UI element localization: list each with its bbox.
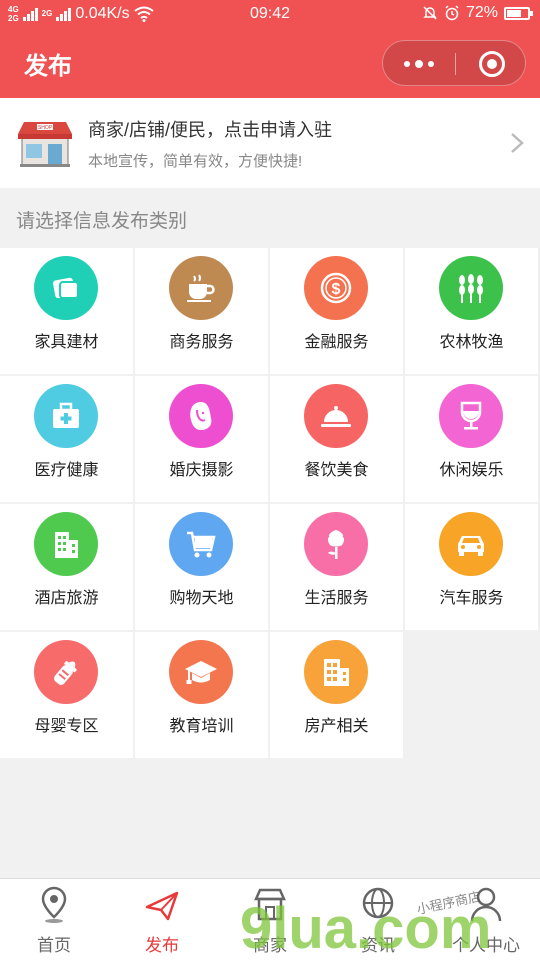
category-item[interactable]: 酒店旅游 [0, 504, 133, 630]
category-item[interactable]: 商务服务 [135, 248, 268, 374]
category-label: 购物天地 [169, 590, 234, 607]
category-item[interactable]: 汽车服务 [405, 504, 538, 630]
category-item[interactable]: 母婴专区 [0, 632, 133, 758]
category-item[interactable]: 餐饮美食 [270, 376, 403, 502]
category-label: 汽车服务 [439, 590, 504, 607]
category-item[interactable]: 医疗健康 [0, 376, 133, 502]
flower-icon [304, 512, 368, 576]
coffee-cup-icon [169, 256, 233, 320]
alarm-icon [445, 5, 459, 21]
tab-profile[interactable]: 个人中心 [432, 879, 540, 960]
category-label: 医疗健康 [34, 462, 99, 479]
hotel-building-icon [34, 512, 98, 576]
battery-fill [507, 9, 522, 17]
chevron-right-icon [511, 133, 524, 153]
bottom-tab-bar: 首页 发布 商家 资讯 个人中心 [0, 878, 540, 960]
category-label: 农林牧渔 [439, 334, 504, 351]
category-item[interactable]: 休闲娱乐 [405, 376, 538, 502]
page-title: 发布 [24, 53, 72, 80]
baby-bottle-icon [34, 640, 98, 704]
category-item[interactable]: 生活服务 [270, 504, 403, 630]
category-label: 餐饮美食 [304, 462, 369, 479]
category-label: 商务服务 [169, 334, 234, 351]
status-right: 72% [422, 4, 533, 22]
category-item[interactable]: $ 金融服务 [270, 248, 403, 374]
target-circle-icon[interactable] [479, 51, 505, 77]
person-icon [470, 887, 502, 922]
pillow-icon [34, 256, 98, 320]
wheat-icon [439, 256, 503, 320]
category-item[interactable]: 购物天地 [135, 504, 268, 630]
tab-label: 个人中心 [452, 936, 520, 955]
tab-label: 首页 [37, 936, 71, 955]
tab-label: 资讯 [361, 936, 395, 955]
category-label: 休闲娱乐 [439, 462, 504, 479]
graduation-cap-icon [169, 640, 233, 704]
category-item[interactable]: 房产相关 [270, 632, 403, 758]
tab-merchants[interactable]: 商家 [216, 879, 324, 960]
location-pin-icon [41, 886, 67, 923]
merchant-apply-banner[interactable]: SHOP 商家/店铺/便民，点击申请入驻 本地宣传，简单有效，方便快捷! [0, 98, 540, 188]
category-label: 家具建材 [34, 334, 99, 351]
food-cloche-icon [304, 384, 368, 448]
category-item[interactable]: 教育培训 [135, 632, 268, 758]
category-label: 婚庆摄影 [169, 462, 234, 479]
shopping-cart-icon [169, 512, 233, 576]
tab-label: 商家 [253, 936, 287, 955]
globe-icon [362, 887, 394, 919]
bride-icon [169, 384, 233, 448]
capsule-divider [455, 53, 456, 75]
banner-title: 商家/店铺/便民，点击申请入驻 [88, 120, 333, 140]
category-label: 酒店旅游 [34, 590, 99, 607]
shop-sign-text: SHOP [38, 125, 53, 131]
medical-kit-icon [34, 384, 98, 448]
category-item[interactable]: 家具建材 [0, 248, 133, 374]
tab-publish[interactable]: 发布 [108, 879, 216, 960]
category-label: 金融服务 [304, 334, 369, 351]
tab-label: 发布 [145, 936, 179, 955]
section-label: 请选择信息发布类别 [16, 211, 188, 232]
shop-storefront-icon: SHOP [18, 122, 72, 167]
store-icon [254, 888, 286, 921]
status-bar: 4G 2G 2G 0.04K/s 09:42 72% [0, 0, 540, 30]
paper-plane-icon [145, 891, 179, 921]
battery-icon [504, 6, 533, 20]
banner-subtitle: 本地宣传，简单有效，方便快捷! [88, 153, 303, 170]
tab-home[interactable]: 首页 [0, 879, 108, 960]
dollar-coin-icon: $ [304, 256, 368, 320]
wine-glass-icon [439, 384, 503, 448]
mute-bell-icon [423, 6, 437, 20]
category-label: 教育培训 [169, 718, 234, 735]
car-icon [439, 512, 503, 576]
category-label: 生活服务 [304, 590, 369, 607]
more-dots-icon[interactable] [383, 41, 455, 87]
category-item[interactable]: 婚庆摄影 [135, 376, 268, 502]
tab-news[interactable]: 资讯 [324, 879, 432, 960]
battery-percent: 72% [465, 4, 498, 21]
category-item[interactable]: 农林牧渔 [405, 248, 538, 374]
header-bar: 4G 2G 2G 0.04K/s 09:42 72% 发布 [0, 0, 540, 98]
svg-text:$: $ [332, 281, 341, 298]
building-icon [304, 640, 368, 704]
category-label: 母婴专区 [34, 718, 99, 735]
miniprogram-capsule [382, 40, 526, 86]
category-label: 房产相关 [304, 718, 369, 735]
